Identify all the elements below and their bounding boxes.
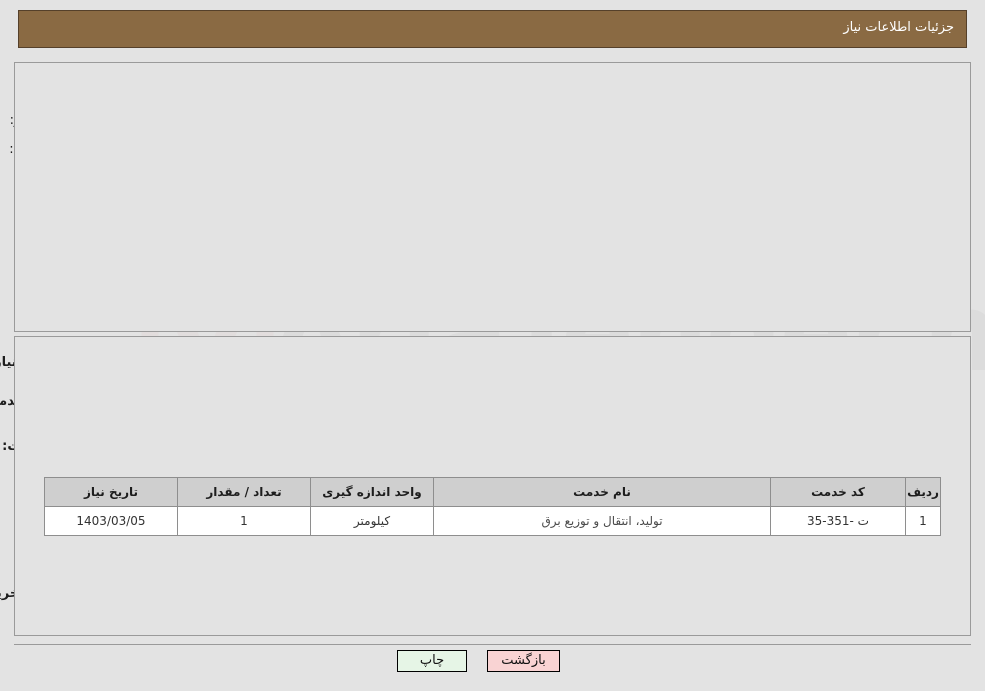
cell-radif: 1 — [905, 506, 941, 536]
table-row: 1 ت -351-35 تولید، انتقال و توزیع برق کی… — [44, 506, 941, 536]
cell-unit: کیلومتر — [310, 506, 434, 536]
th-radif: ردیف — [905, 477, 941, 507]
th-name: نام خدمت — [433, 477, 771, 507]
header-bar: جزئیات اطلاعات نیاز — [18, 10, 967, 48]
page-root: AriaTender.net جزئیات اطلاعات نیاز شماره… — [0, 0, 985, 691]
th-unit: واحد اندازه گیری — [310, 477, 434, 507]
page-title: جزئیات اطلاعات نیاز — [843, 20, 954, 35]
cell-need-date: 1403/03/05 — [44, 506, 178, 536]
need-summary-panel — [14, 62, 971, 332]
services-table: ردیف کد خدمت نام خدمت واحد اندازه گیری ت… — [44, 477, 941, 536]
footer-divider — [14, 644, 971, 645]
back-button[interactable]: بازگشت — [487, 650, 560, 672]
table-header-row: ردیف کد خدمت نام خدمت واحد اندازه گیری ت… — [44, 477, 941, 507]
print-button[interactable]: چاپ — [397, 650, 467, 672]
cell-quantity: 1 — [177, 506, 311, 536]
th-quantity: تعداد / مقدار — [177, 477, 311, 507]
th-code: کد خدمت — [770, 477, 906, 507]
cell-name: تولید، انتقال و توزیع برق — [433, 506, 771, 536]
cell-code: ت -351-35 — [770, 506, 906, 536]
th-need-date: تاریخ نیاز — [44, 477, 178, 507]
